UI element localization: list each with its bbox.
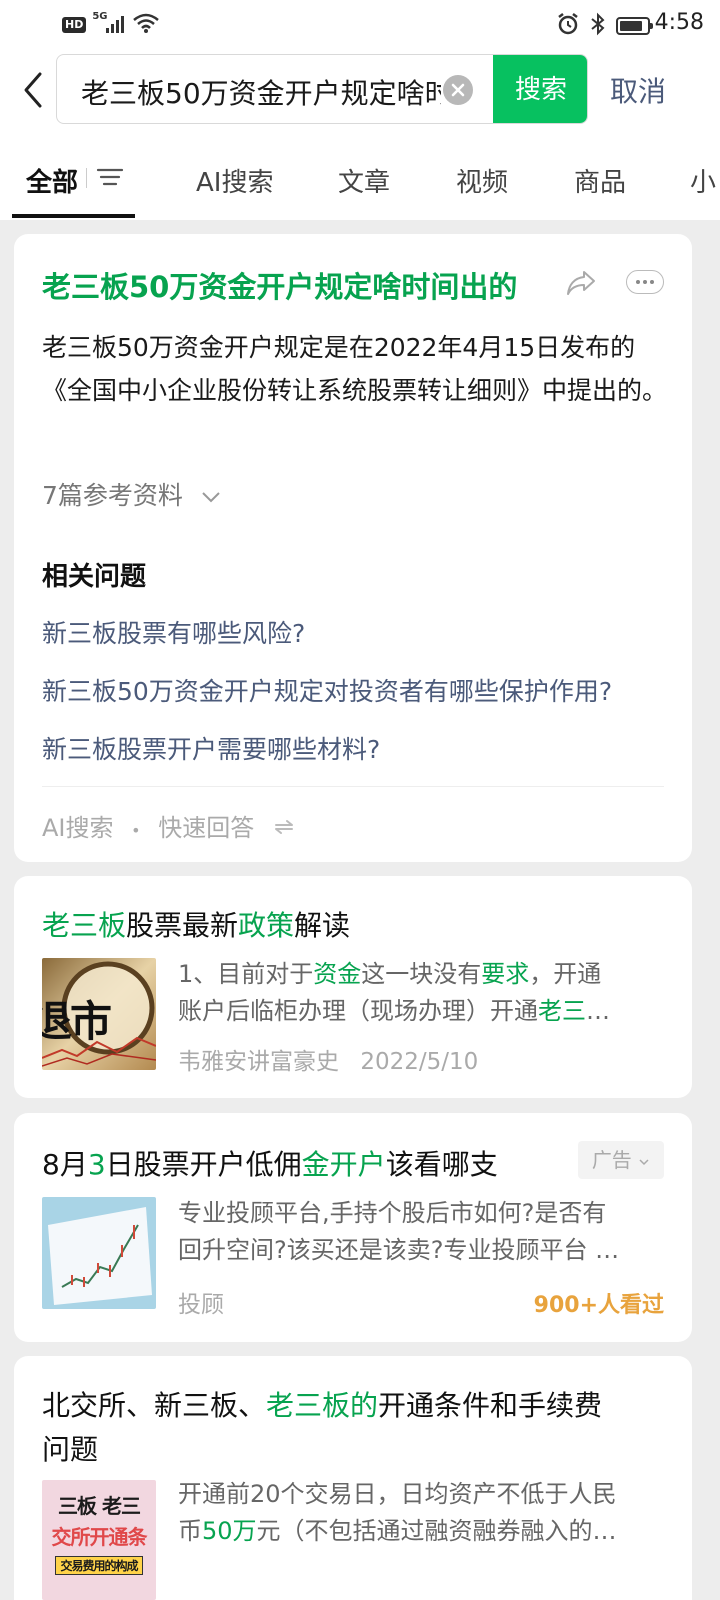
snippet-line: 开通前20个交易日，日均资产不低于人民 [178,1480,617,1508]
close-icon [451,83,465,97]
more-dot-icon [650,280,654,284]
thumbnail-text: 退市 [42,997,112,1046]
result-title[interactable]: 老三板股票最新政策解读 [42,904,350,944]
title-highlight: 金开户 [301,1148,386,1181]
tab-articles[interactable]: 文章 [338,162,390,199]
tab-all[interactable]: 全部 [26,162,78,199]
cancel-button[interactable]: 取消 [610,70,666,110]
result-title-line2[interactable]: 问题 [42,1428,98,1468]
tab-bar: 全部 AI搜索 文章 视频 商品 小 [0,138,720,220]
title-highlight: 政策 [238,909,295,942]
related-question-link[interactable]: 新三板50万资金开户规定对投资者有哪些保护作用? [42,672,612,708]
bluetooth-icon [590,12,606,40]
article-result-card[interactable]: 老三板股票最新政策解读 退市 1、目前对于资金这一块没有要求，开通 账户后临柜办… [14,876,692,1098]
ai-answer-title[interactable]: 老三板50万资金开户规定啥时间出的 [42,264,517,306]
article-result-card[interactable]: 北交所、新三板、老三板的开通条件和手续费 问题 三板 老三 交所开通条 交易费用… [14,1356,692,1600]
result-snippet: 开通前20个交易日，日均资产不低于人民 币50万元（不包括通过融资融券融入的… [178,1476,664,1550]
status-bar: HD 5G 4:58 [0,0,720,48]
result-thumbnail: 退市 [42,958,156,1070]
more-dot-icon [636,280,640,284]
wifi-icon [132,12,160,38]
chevron-left-icon [24,72,42,108]
result-date: 2022/5/10 [360,1049,479,1075]
snippet-line: 账户后临柜办理（现场办理）开通老三… [178,997,610,1025]
switch-mode-icon[interactable] [272,815,296,843]
references-toggle[interactable]: 7篇参考资料 [42,476,221,512]
result-snippet: 专业投顾平台,手持个股后市如何?是否有 回升空间?该买还是该卖?专业投顾平台 … [178,1195,664,1269]
result-meta: 韦雅安讲富豪史 2022/5/10 [178,1042,478,1076]
status-right [556,12,653,40]
view-count: 900+人看过 [533,1293,664,1318]
title-highlight: 3 [87,1148,106,1181]
tab-products[interactable]: 商品 [574,162,626,199]
answer-mode-label: 快速回答 [158,814,255,842]
share-button[interactable] [564,266,598,300]
title-text: 北交所、新三板、 [42,1389,267,1422]
ai-answer-footer: AI搜索 • 快速回答 [42,808,296,843]
status-time: 4:58 [654,10,704,35]
ai-answer-card: 老三板50万资金开户规定啥时间出的 老三板50万资金开户规定是在2022年4月1… [14,234,692,862]
ad-badge-label: 广告 [591,1148,632,1172]
result-source: 投顾 [178,1292,224,1318]
back-button[interactable] [14,68,54,112]
more-options-button[interactable] [626,270,664,294]
hd-badge: HD [62,17,87,33]
related-questions-heading: 相关问题 [42,562,147,592]
tab-videos[interactable]: 视频 [456,162,508,199]
result-title[interactable]: 8月3日股票开户低佣金开户该看哪支 [42,1143,498,1183]
search-input[interactable]: 老三板50万资金开户规定啥时间出的 [81,72,441,112]
clear-search-button[interactable] [443,75,473,105]
signal-5g-icon: 5G [92,11,126,35]
title-text: 股票最新 [126,909,239,942]
snippet-line: 1、目前对于资金这一块没有要求，开通 [178,960,602,988]
thumbnail-text: 三板 老三 交所开通条 交易费用的构成 [42,1490,156,1575]
network-label: 5G [92,11,108,22]
title-text: 8月 [42,1148,88,1181]
footer-dot: • [131,821,141,840]
result-thumbnail: 三板 老三 交所开通条 交易费用的构成 [42,1480,156,1600]
result-snippet: 1、目前对于资金这一块没有要求，开通 账户后临柜办理（现场办理）开通老三… [178,956,664,1030]
snippet-line: 回升空间?该买还是该卖?专业投顾平台 … [178,1236,620,1264]
title-text: 解读 [294,909,351,942]
battery-icon [616,17,653,35]
chevron-down-icon [639,1158,649,1165]
search-header: 老三板50万资金开户规定啥时间出的 搜索 取消 [0,48,720,138]
title-highlight: 老三板的 [266,1389,379,1422]
related-question-link[interactable]: 新三板股票有哪些风险? [42,614,305,650]
result-author: 韦雅安讲富豪史 [178,1049,339,1075]
alarm-icon [556,12,580,40]
related-question-link[interactable]: 新三板股票开户需要哪些材料? [42,730,380,766]
search-button[interactable]: 搜索 [493,55,587,123]
thumbnail-line: 交所开通条 [51,1525,148,1549]
ad-result-card[interactable]: 8月3日股票开户低佣金开户该看哪支 广告 专业投顾平台,手持个股后市如何?是否有… [14,1113,692,1342]
more-dot-icon [643,280,647,284]
ai-source-label: AI搜索 [42,814,114,842]
search-box: 老三板50万资金开户规定啥时间出的 搜索 [56,54,588,124]
title-text: 开通条件和手续费 [378,1389,603,1422]
thumbnail-line: 三板 老三 [58,1494,141,1518]
references-label: 7篇参考资料 [42,481,183,510]
title-highlight: 老三板 [42,909,127,942]
share-icon [567,271,595,295]
snippet-line: 专业投顾平台,手持个股后市如何?是否有 [178,1199,607,1227]
ad-badge[interactable]: 广告 [578,1141,664,1179]
filter-icon [96,168,124,186]
snippet-line: 币50万元（不包括通过融资融券融入的… [178,1517,617,1545]
status-left: HD 5G [62,11,160,38]
tab-more[interactable]: 小 [690,162,716,199]
tab-ai-search[interactable]: AI搜索 [196,162,273,199]
title-text: 该看哪支 [385,1148,498,1181]
chevron-down-icon [202,492,220,503]
divider [42,786,664,787]
filter-button[interactable] [86,162,126,192]
title-text: 日股票开户低佣 [105,1148,302,1181]
thumbnail-line: 交易费用的构成 [55,1556,143,1575]
active-tab-indicator [12,214,135,218]
ai-answer-text: 老三板50万资金开户规定是在2022年4月15日发布的《全国中小企业股份转让系统… [42,333,668,405]
result-thumbnail [42,1197,156,1309]
result-title[interactable]: 北交所、新三板、老三板的开通条件和手续费 [42,1384,602,1424]
